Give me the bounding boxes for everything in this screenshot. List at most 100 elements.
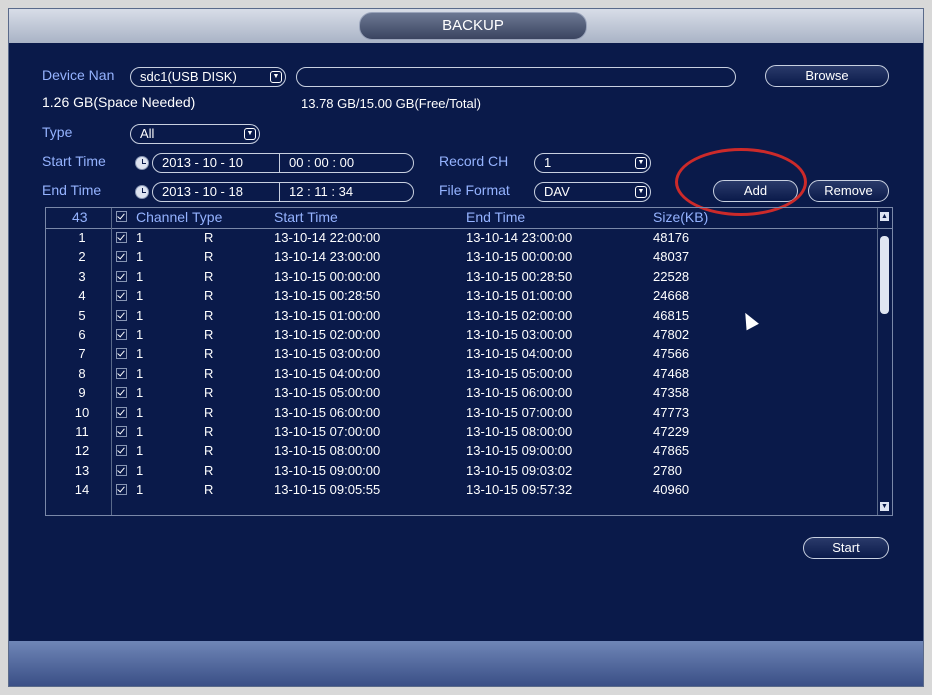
cell-end: 13-10-15 06:00:00 xyxy=(466,385,573,401)
record-ch-select[interactable]: 1 ▼ xyxy=(534,153,651,173)
cell-type: R xyxy=(204,230,214,245)
table-row[interactable]: 12 1 R 13-10-15 08:00:00 13-10-15 09:00:00 47… xyxy=(46,442,892,461)
cell-ch: 1 xyxy=(136,424,144,439)
table-row[interactable]: 4 1 R 13-10-15 00:28:50 13-10-15 01:00:00 246… xyxy=(46,287,892,306)
cell-num: 3 xyxy=(78,268,86,284)
table-row[interactable]: 3 1 R 13-10-15 00:00:00 13-10-15 00:28:50 225… xyxy=(46,268,892,287)
row-checkbox[interactable] xyxy=(116,232,127,243)
clock-icon[interactable] xyxy=(135,156,149,170)
cell-num: 1 xyxy=(78,230,86,245)
start-date-value: 2013 - 10 - 10 xyxy=(162,155,243,170)
table-row[interactable]: 10 1 R 13-10-15 06:00:00 13-10-15 07:00:00 47… xyxy=(46,404,892,423)
backup-window: BACKUP Device Nan sdc1(USB DISK) ▼ Brows… xyxy=(8,8,924,687)
device-select[interactable]: sdc1(USB DISK) ▼ xyxy=(130,67,286,87)
table-row[interactable]: 8 1 R 13-10-15 04:00:00 13-10-15 05:00:00 474… xyxy=(46,365,892,384)
start-button[interactable]: Start xyxy=(803,537,889,559)
header-end-time: End Time xyxy=(466,209,526,225)
table-row[interactable]: 7 1 R 13-10-15 03:00:00 13-10-15 04:00:00 475… xyxy=(46,345,892,364)
cell-end: 13-10-15 07:00:00 xyxy=(466,404,573,420)
cell-type: R xyxy=(204,327,214,342)
table-row[interactable]: 1 1 R 13-10-14 22:00:00 13-10-14 23:00:00 481… xyxy=(46,229,892,248)
cell-type: R xyxy=(204,482,214,498)
table-row[interactable]: 14 1 R 13-10-15 09:05:55 13-10-15 09:57:32 40… xyxy=(46,481,892,500)
scroll-up-icon[interactable]: ▲ xyxy=(880,212,889,221)
cell-ch: 1 xyxy=(136,268,144,284)
device-path-field[interactable] xyxy=(296,67,736,87)
start-time-value: 00 : 00 : 00 xyxy=(289,155,355,170)
cell-ch: 1 xyxy=(136,327,144,342)
row-checkbox[interactable] xyxy=(116,270,127,282)
file-format-select[interactable]: DAV ▼ xyxy=(534,182,651,202)
end-time-value: 12 : 11 : 34 xyxy=(289,184,354,199)
cell-type: R xyxy=(204,424,214,439)
cell-type: R xyxy=(204,404,214,420)
row-checkbox[interactable] xyxy=(116,387,127,399)
cell-start: 13-10-14 22:00:00 xyxy=(274,230,381,245)
scrollbar[interactable]: ▲ ▼ xyxy=(877,208,892,515)
table-row[interactable]: 11 1 R 13-10-15 07:00:00 13-10-15 08:00:00 47… xyxy=(46,423,892,442)
row-checkbox[interactable] xyxy=(116,484,127,496)
cell-ch: 1 xyxy=(136,385,144,401)
table-row[interactable]: 2 1 R 13-10-14 23:00:00 13-10-15 00:00:00 480… xyxy=(46,248,892,267)
end-time-label: End Time xyxy=(42,182,102,198)
window-title: BACKUP xyxy=(359,12,587,40)
row-checkbox[interactable] xyxy=(116,367,127,379)
table-row[interactable]: 13 1 R 13-10-15 09:00:00 13-10-15 09:03:02 27… xyxy=(46,462,892,481)
row-checkbox[interactable] xyxy=(116,329,127,340)
highlight-circle xyxy=(675,148,807,216)
chevron-down-icon: ▼ xyxy=(635,157,647,169)
cell-ch: 1 xyxy=(136,230,144,245)
cell-end: 13-10-14 23:00:00 xyxy=(466,230,573,245)
row-checkbox[interactable] xyxy=(116,426,127,437)
cell-num: 8 xyxy=(78,365,86,381)
row-checkbox[interactable] xyxy=(116,348,127,360)
browse-button[interactable]: Browse xyxy=(765,65,889,87)
cell-size: 40960 xyxy=(653,482,690,498)
cell-ch: 1 xyxy=(136,462,144,478)
row-checkbox[interactable] xyxy=(116,406,127,418)
table-header: 43 Channel Type Start Time End Time Size… xyxy=(46,208,892,229)
cell-end: 13-10-15 09:57:32 xyxy=(466,482,573,498)
cell-size: 47773 xyxy=(653,404,690,420)
row-checkbox[interactable] xyxy=(116,464,127,476)
cell-type: R xyxy=(204,365,214,381)
end-time-field[interactable]: 2013 - 10 - 18 12 : 11 : 34 xyxy=(152,182,414,202)
scroll-down-icon[interactable]: ▼ xyxy=(880,502,889,511)
clock-icon[interactable] xyxy=(135,185,149,199)
cell-size: 47229 xyxy=(653,424,690,439)
file-format-label: File Format xyxy=(439,182,510,198)
header-type: Type xyxy=(192,209,223,225)
cell-type: R xyxy=(204,443,214,459)
table-row[interactable]: 5 1 R 13-10-15 01:00:00 13-10-15 02:00:00 468… xyxy=(46,307,892,326)
cell-start: 13-10-15 06:00:00 xyxy=(274,404,381,420)
divider xyxy=(279,182,280,202)
cell-size: 24668 xyxy=(653,288,690,304)
type-select-value: All xyxy=(140,126,155,141)
cell-start: 13-10-15 03:00:00 xyxy=(274,346,381,362)
cell-end: 13-10-15 05:00:00 xyxy=(466,365,573,381)
start-time-field[interactable]: 2013 - 10 - 10 00 : 00 : 00 xyxy=(152,153,414,173)
cell-type: R xyxy=(204,346,214,362)
cell-start: 13-10-15 01:00:00 xyxy=(274,307,381,323)
row-checkbox[interactable] xyxy=(116,290,127,302)
device-select-value: sdc1(USB DISK) xyxy=(140,69,237,84)
scrollbar-thumb[interactable] xyxy=(880,236,889,314)
cell-start: 13-10-15 08:00:00 xyxy=(274,443,381,459)
cell-size: 46815 xyxy=(653,307,690,323)
cell-type: R xyxy=(204,385,214,401)
header-start-time: Start Time xyxy=(274,209,338,225)
row-checkbox[interactable] xyxy=(116,251,127,263)
cell-size: 47468 xyxy=(653,365,690,381)
row-checkbox[interactable] xyxy=(116,309,127,321)
cell-end: 13-10-15 00:00:00 xyxy=(466,249,573,265)
table-row[interactable]: 6 1 R 13-10-15 02:00:00 13-10-15 03:00:00 478… xyxy=(46,326,892,345)
cell-ch: 1 xyxy=(136,288,144,304)
remove-button[interactable]: Remove xyxy=(808,180,889,202)
select-all-checkbox[interactable] xyxy=(116,211,127,222)
cell-start: 13-10-15 04:00:00 xyxy=(274,365,381,381)
cell-num: 9 xyxy=(78,385,86,401)
row-checkbox[interactable] xyxy=(116,445,127,457)
header-channel: Channel xyxy=(136,209,189,225)
table-row[interactable]: 9 1 R 13-10-15 05:00:00 13-10-15 06:00:00 473… xyxy=(46,384,892,403)
type-select[interactable]: All ▼ xyxy=(130,124,260,144)
